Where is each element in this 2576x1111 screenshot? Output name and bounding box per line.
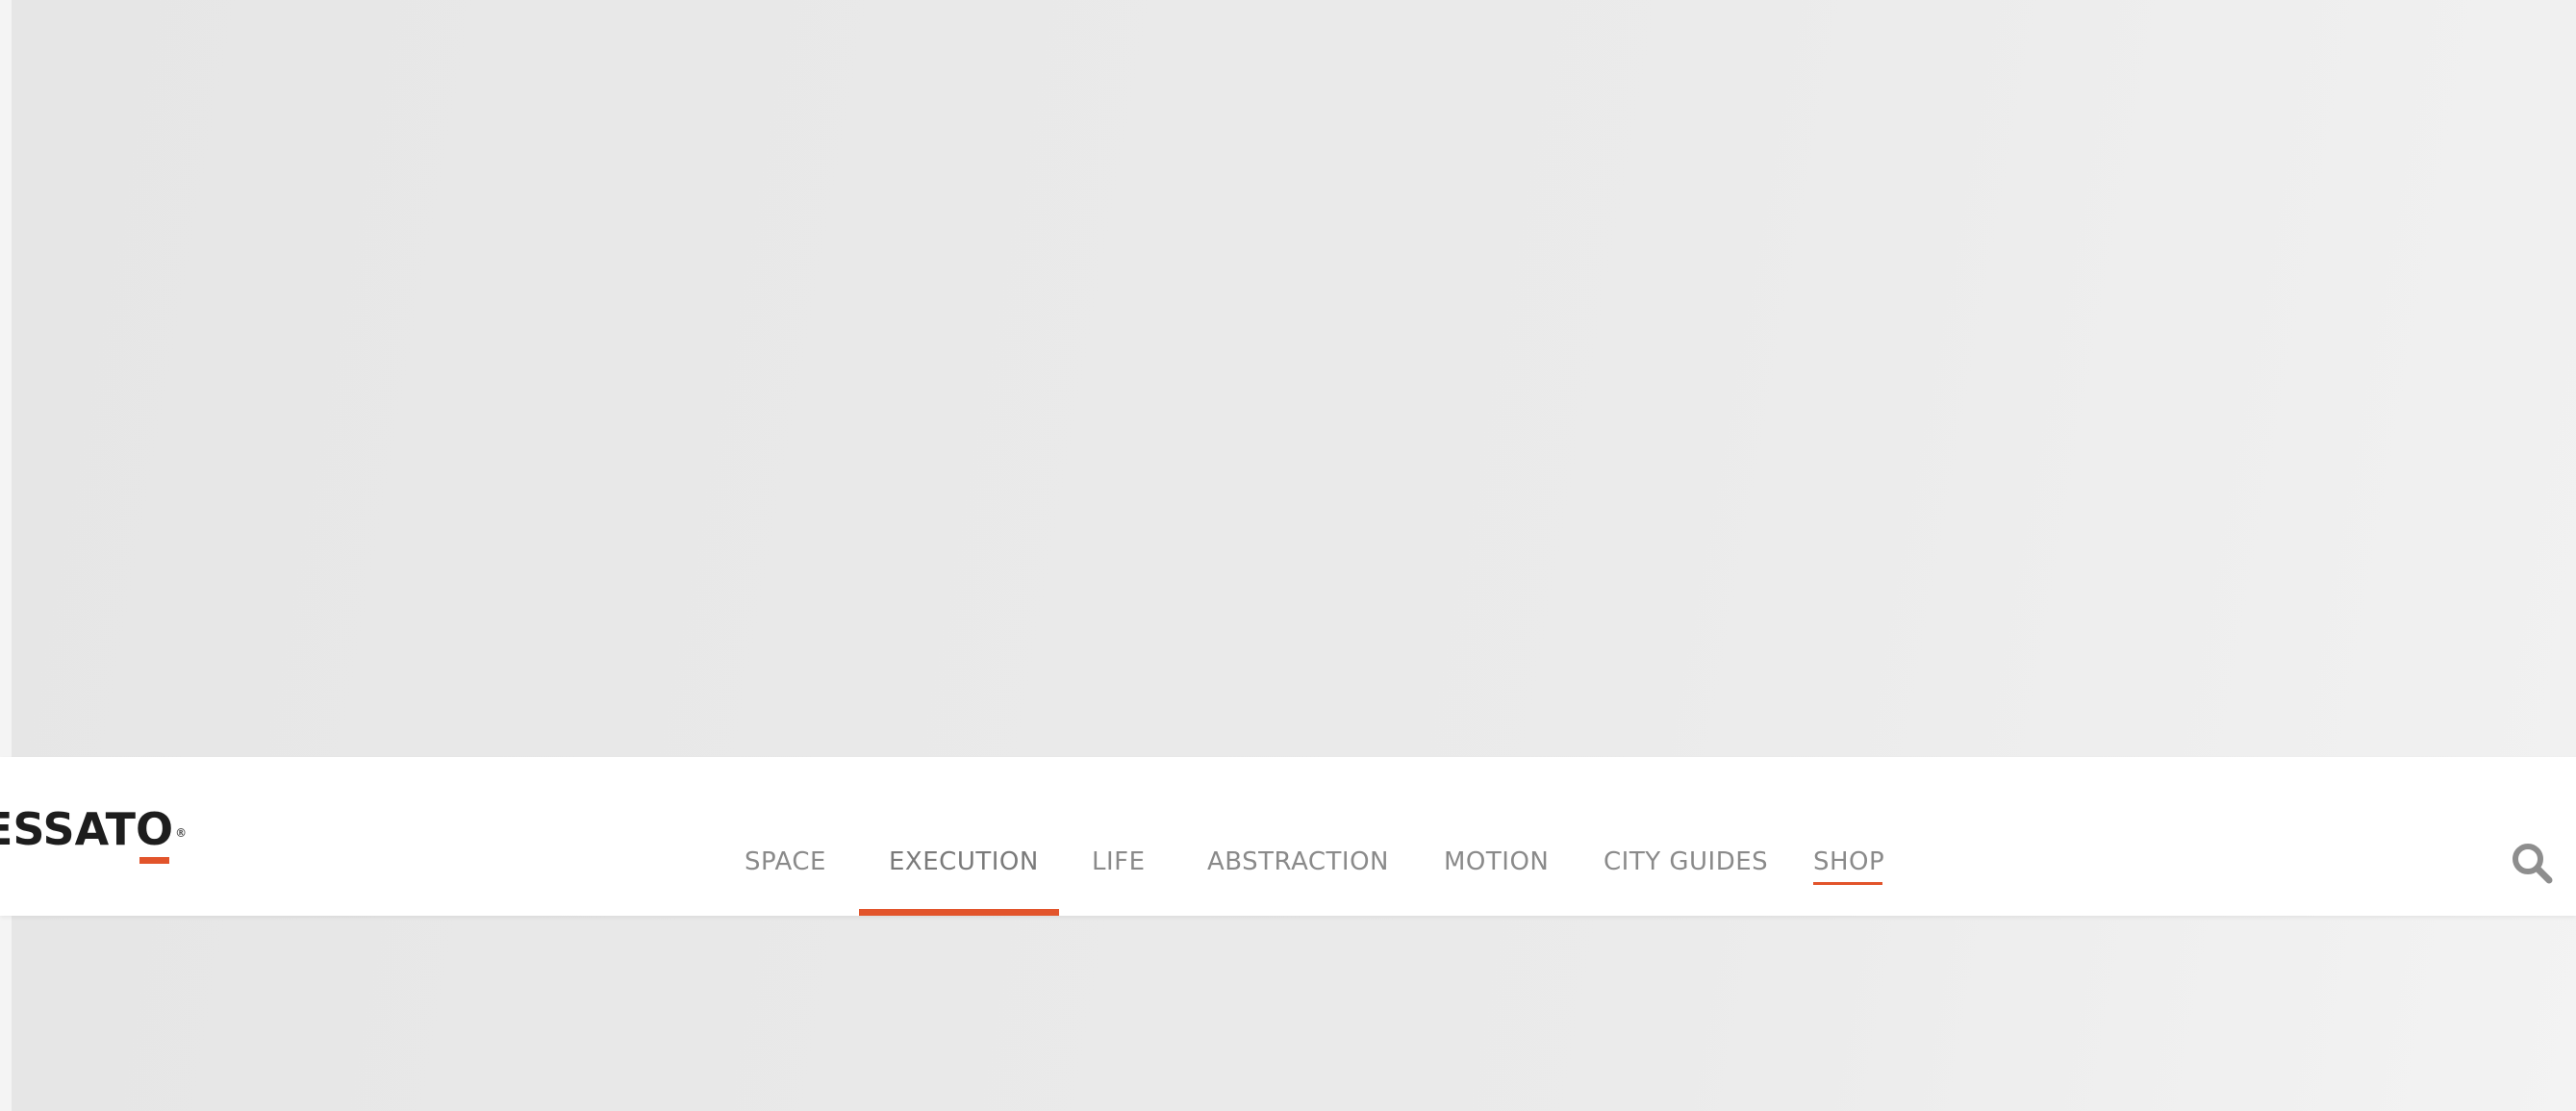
nav-item-label: LIFE xyxy=(1092,847,1146,876)
hero-image-bottom xyxy=(0,916,2576,1111)
nav-item-label: MOTION xyxy=(1444,847,1550,876)
active-nav-indicator xyxy=(859,909,1059,916)
logo-registered-mark: ® xyxy=(175,826,188,840)
shop-underline xyxy=(1813,882,1882,885)
nav-item-label: EXECUTION xyxy=(889,847,1039,876)
logo-text: ESSAT xyxy=(0,803,137,855)
logo-letter-o: O xyxy=(136,800,173,864)
site-logo[interactable]: ESSATO® xyxy=(0,800,188,864)
nav-item-label: CITY GUIDES xyxy=(1604,847,1769,876)
hero-left-edge xyxy=(0,916,12,1111)
logo-underline-mark xyxy=(139,857,170,864)
search-icon[interactable] xyxy=(2509,840,2555,886)
page: ESSATO® SPACE EXECUTION LIFE ABSTRACTION… xyxy=(0,0,2576,1111)
nav-item-label: ABSTRACTION xyxy=(1207,847,1390,876)
nav-item-label: SHOP xyxy=(1813,847,1885,876)
site-header: ESSATO® SPACE EXECUTION LIFE ABSTRACTION… xyxy=(0,757,2576,916)
nav-item-label: SPACE xyxy=(745,847,826,876)
hero-left-edge xyxy=(0,0,12,757)
hero-image-top xyxy=(0,0,2576,757)
